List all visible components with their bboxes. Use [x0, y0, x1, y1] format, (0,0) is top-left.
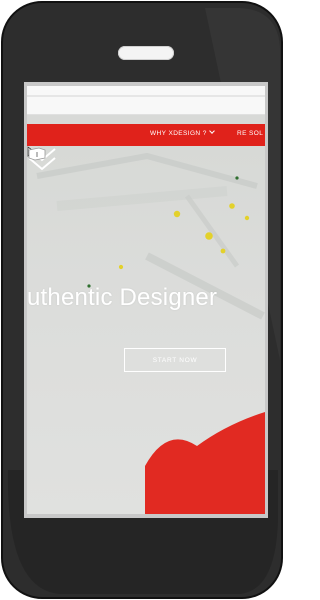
phone-mockup: WHY XDESIGN ? RE SOL uthentic Designer S…: [0, 0, 284, 600]
browser-topbar: [27, 86, 265, 115]
device-sketch-icon: [28, 147, 46, 161]
red-sneaker-shape: [145, 412, 265, 514]
chevron-down-icon: [208, 128, 215, 134]
nav-re-sol[interactable]: RE SOL: [237, 130, 263, 137]
nav-why-label: WHY XDESIGN ?: [150, 130, 207, 137]
nav-why-xdesign[interactable]: WHY XDESIGN ?: [150, 128, 215, 137]
hero-headline: uthentic Designer: [27, 284, 218, 311]
hero-section: uthentic Designer START NOW: [27, 146, 265, 514]
speaker-slot: [118, 46, 174, 60]
start-now-button[interactable]: START NOW: [124, 348, 226, 372]
phone-screen: WHY XDESIGN ? RE SOL uthentic Designer S…: [27, 86, 265, 514]
site-navbar: WHY XDESIGN ? RE SOL: [27, 124, 265, 146]
topbar-divider: [27, 95, 265, 97]
hero-background-sketch: [36, 152, 265, 514]
